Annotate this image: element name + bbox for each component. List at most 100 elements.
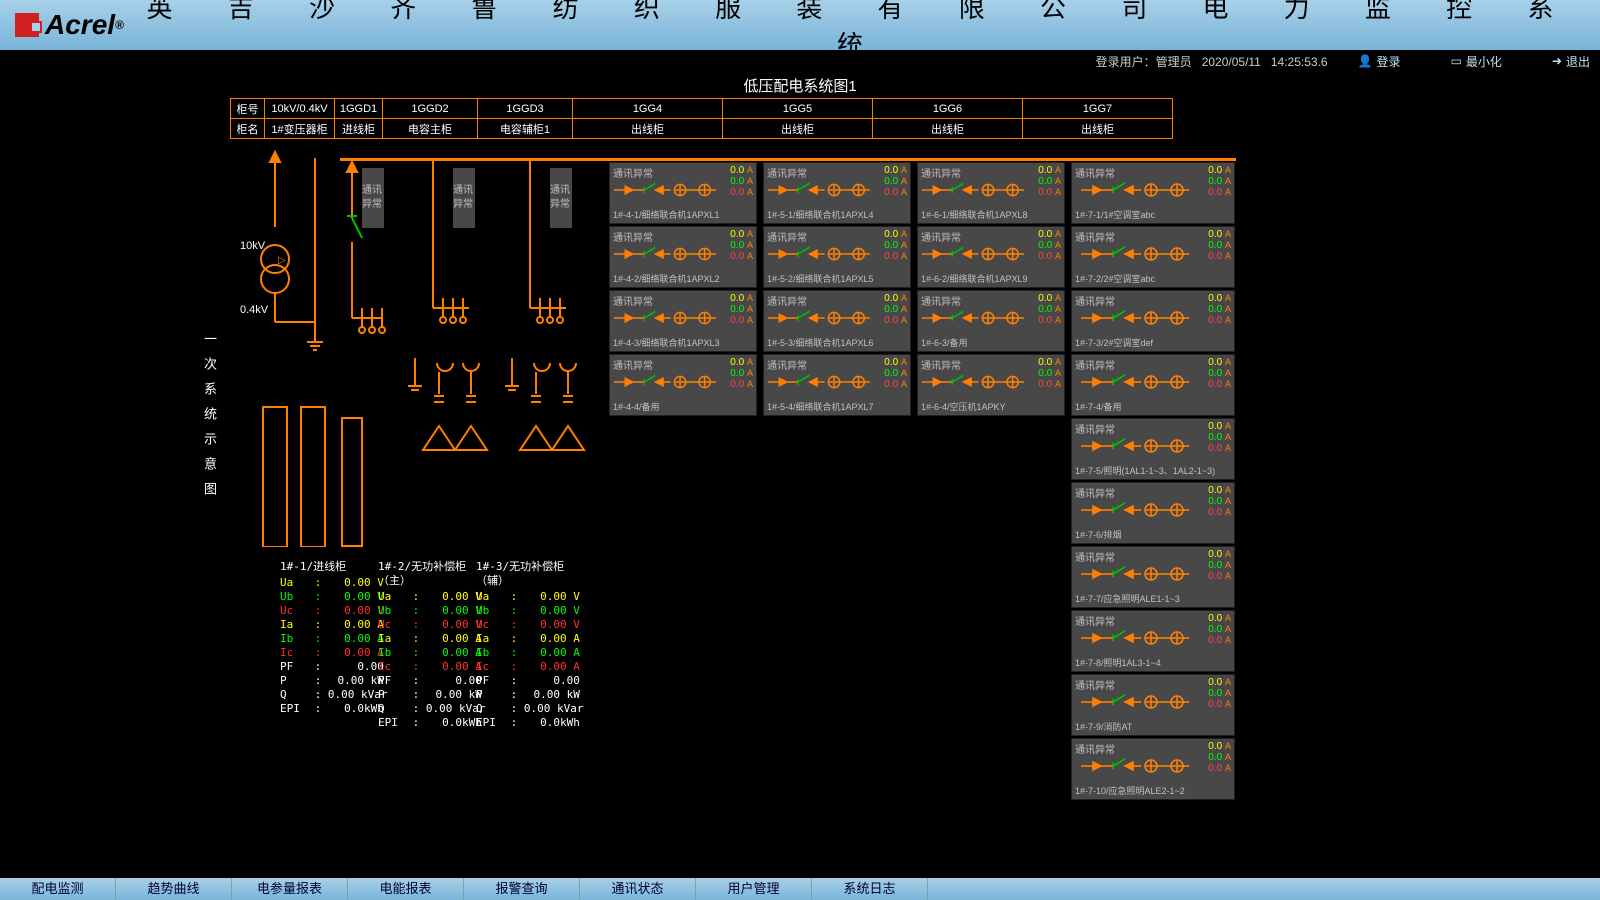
feeder-panel[interactable]: 通讯异常 0.0 A 0.0 A 0.0 A 1#-7-8/照明1AL3-1~4 — [1071, 610, 1235, 672]
nav-syslog[interactable]: 系统日志 — [812, 878, 928, 900]
feeder-symbol — [1074, 757, 1194, 769]
nav-energy-report[interactable]: 电能报表 — [348, 878, 464, 900]
feeder-panel[interactable]: 通讯异常 0.0 A 0.0 A 0.0 A 1#-7-1/1#空调室abc — [1071, 162, 1235, 224]
meter-row: Ib : 0.00 A — [280, 632, 378, 646]
feeder-status: 通讯异常 — [1075, 613, 1115, 628]
minimize-button[interactable]: ▭最小化 — [1451, 53, 1502, 70]
feeder-values: 0.0 A 0.0 A 0.0 A — [884, 229, 907, 262]
nav-param-report[interactable]: 电参量报表 — [232, 878, 348, 900]
feeder-panel[interactable]: 通讯异常 0.0 A 0.0 A 0.0 A 1#-6-2/细络联合机1APXL… — [917, 226, 1065, 288]
meter-row: Uc : 0.00 V — [378, 618, 476, 632]
current-user: 登录用户：管理员 2020/05/11 14:25:53.6 — [1096, 53, 1328, 70]
feeder-symbol — [1074, 565, 1194, 577]
feeder-desc: 1#-5-2/细络联合机1APXL5 — [767, 272, 874, 285]
feeder-status: 通讯异常 — [767, 229, 807, 244]
meter-row: Ib : 0.00 A — [476, 646, 574, 660]
feeder-symbol — [1074, 693, 1194, 705]
main-canvas: 低压配电系统图1 柜号 10kV/0.4kV 1GGD1 1GGD2 1GGD3… — [0, 72, 1600, 878]
meter-row: Q : 0.00 kVar — [378, 702, 476, 716]
feeder-panel[interactable]: 通讯异常 0.0 A 0.0 A 0.0 A 1#-7-9/消防AT — [1071, 674, 1235, 736]
feeder-symbol — [766, 373, 870, 385]
cap-aux-status-box: 通讯异常 — [550, 168, 572, 228]
feeder-symbol — [612, 309, 716, 321]
feeder-panel[interactable]: 通讯异常 0.0 A 0.0 A 0.0 A 1#-7-5/照明(1AL1-1~… — [1071, 418, 1235, 480]
hv-label: 10kV — [240, 240, 265, 252]
minimize-icon: ▭ — [1451, 54, 1462, 68]
feeder-symbol — [920, 309, 1024, 321]
feeder-symbol — [612, 373, 716, 385]
feeder-values: 0.0 A 0.0 A 0.0 A — [1038, 165, 1061, 198]
cab-name-label: 柜名 — [231, 119, 265, 139]
meter-row: Ic : 0.00 A — [378, 660, 476, 674]
feeder-panel[interactable]: 通讯异常 0.0 A 0.0 A 0.0 A 1#-6-4/空压机1APKY — [917, 354, 1065, 416]
meter-row: Ic : 0.00 A — [476, 660, 574, 674]
brand-logo: Acrel® — [15, 9, 124, 41]
page-title: 低压配电系统图1 — [0, 72, 1600, 99]
feeder-desc: 1#-4-4/备用 — [613, 400, 660, 413]
nav-comm[interactable]: 通讯状态 — [580, 878, 696, 900]
feeder-panel[interactable]: 通讯异常 0.0 A 0.0 A 0.0 A 1#-4-4/备用 — [609, 354, 757, 416]
feeder-panel[interactable]: 通讯异常 0.0 A 0.0 A 0.0 A 1#-7-4/备用 — [1071, 354, 1235, 416]
feeder-values: 0.0 A 0.0 A 0.0 A — [1038, 293, 1061, 326]
feeder-desc: 1#-4-3/细络联合机1APXL3 — [613, 336, 720, 349]
footer-nav: 配电监测 趋势曲线 电参量报表 电能报表 报警查询 通讯状态 用户管理 系统日志 — [0, 878, 1600, 900]
feeder-values: 0.0 A 0.0 A 0.0 A — [884, 357, 907, 390]
svg-text:▷: ▷ — [278, 255, 286, 266]
feeder-panel[interactable]: 通讯异常 0.0 A 0.0 A 0.0 A 1#-6-3/备用 — [917, 290, 1065, 352]
feeder-desc: 1#-7-2/2#空调室abc — [1075, 272, 1155, 285]
feeder-panel[interactable]: 通讯异常 0.0 A 0.0 A 0.0 A 1#-4-1/细络联合机1APXL… — [609, 162, 757, 224]
feeder-panel[interactable]: 通讯异常 0.0 A 0.0 A 0.0 A 1#-5-4/细络联合机1APXL… — [763, 354, 911, 416]
feeder-status: 通讯异常 — [1075, 421, 1115, 436]
meter-row: Ua : 0.00 V — [378, 590, 476, 604]
feeder-status: 通讯异常 — [613, 229, 653, 244]
meter-row: PF : 0.00 — [476, 674, 574, 688]
feeder-desc: 1#-5-1/细络联合机1APXL4 — [767, 208, 874, 221]
feeder-symbol — [766, 245, 870, 257]
feeder-panel[interactable]: 通讯异常 0.0 A 0.0 A 0.0 A 1#-7-10/应急照明ALE2-… — [1071, 738, 1235, 800]
feeder-status: 通讯异常 — [1075, 165, 1115, 180]
feeder-panel[interactable]: 通讯异常 0.0 A 0.0 A 0.0 A 1#-7-7/应急照明ALE1-1… — [1071, 546, 1235, 608]
feeder-panel[interactable]: 通讯异常 0.0 A 0.0 A 0.0 A 1#-6-1/细络联合机1APXL… — [917, 162, 1065, 224]
feeder-values: 0.0 A 0.0 A 0.0 A — [730, 229, 753, 262]
feeder-symbol — [920, 245, 1024, 257]
feeder-panel[interactable]: 通讯异常 0.0 A 0.0 A 0.0 A 1#-4-2/细络联合机1APXL… — [609, 226, 757, 288]
feeder-values: 0.0 A 0.0 A 0.0 A — [1208, 549, 1231, 582]
feeder-values: 0.0 A 0.0 A 0.0 A — [1208, 613, 1231, 646]
nav-alarm[interactable]: 报警查询 — [464, 878, 580, 900]
feeder-status: 通讯异常 — [767, 165, 807, 180]
feeder-panel[interactable]: 通讯异常 0.0 A 0.0 A 0.0 A 1#-5-1/细络联合机1APXL… — [763, 162, 911, 224]
feeder-symbol — [1074, 245, 1194, 257]
nav-user[interactable]: 用户管理 — [696, 878, 812, 900]
feeder-symbol — [920, 181, 1024, 193]
incomer-status-box: 通讯异常 — [362, 168, 384, 228]
cabinet-header-table: 柜号 10kV/0.4kV 1GGD1 1GGD2 1GGD3 1GG4 1GG… — [230, 98, 1173, 139]
feeder-panel[interactable]: 通讯异常 0.0 A 0.0 A 0.0 A 1#-4-3/细络联合机1APXL… — [609, 290, 757, 352]
feeder-desc: 1#-7-7/应急照明ALE1-1~3 — [1075, 592, 1180, 605]
feeder-panel[interactable]: 通讯异常 0.0 A 0.0 A 0.0 A 1#-7-6/排烟 — [1071, 482, 1235, 544]
feeder-panel[interactable]: 通讯异常 0.0 A 0.0 A 0.0 A 1#-5-3/细络联合机1APXL… — [763, 290, 911, 352]
nav-distribution[interactable]: 配电监测 — [0, 878, 116, 900]
exit-icon: ➜ — [1552, 54, 1562, 68]
login-button[interactable]: 👤登录 — [1358, 53, 1401, 70]
feeder-status: 通讯异常 — [1075, 741, 1115, 756]
meter-row: Ia : 0.00 A — [280, 618, 378, 632]
feeder-status: 通讯异常 — [767, 357, 807, 372]
meter-row: Ub : 0.00 V — [280, 590, 378, 604]
feeder-desc: 1#-6-1/细络联合机1APXL8 — [921, 208, 1028, 221]
meter-row: PF : 0.00 — [280, 660, 378, 674]
meter-row: P : 0.00 kW — [476, 688, 574, 702]
feeder-status: 通讯异常 — [1075, 229, 1115, 244]
exit-button[interactable]: ➜退出 — [1552, 53, 1590, 70]
feeder-desc: 1#-7-6/排烟 — [1075, 528, 1122, 541]
feeder-col-6: 通讯异常 0.0 A 0.0 A 0.0 A 1#-6-1/细络联合机1APXL… — [917, 162, 1065, 418]
feeder-symbol — [920, 373, 1024, 385]
feeder-status: 通讯异常 — [921, 229, 961, 244]
feeder-status: 通讯异常 — [1075, 677, 1115, 692]
feeder-panel[interactable]: 通讯异常 0.0 A 0.0 A 0.0 A 1#-7-2/2#空调室abc — [1071, 226, 1235, 288]
nav-trend[interactable]: 趋势曲线 — [116, 878, 232, 900]
feeder-values: 0.0 A 0.0 A 0.0 A — [730, 165, 753, 198]
feeder-panel[interactable]: 通讯异常 0.0 A 0.0 A 0.0 A 1#-7-3/2#空调室def — [1071, 290, 1235, 352]
feeder-status: 通讯异常 — [1075, 549, 1115, 564]
feeder-desc: 1#-7-3/2#空调室def — [1075, 336, 1153, 349]
feeder-panel[interactable]: 通讯异常 0.0 A 0.0 A 0.0 A 1#-5-2/细络联合机1APXL… — [763, 226, 911, 288]
